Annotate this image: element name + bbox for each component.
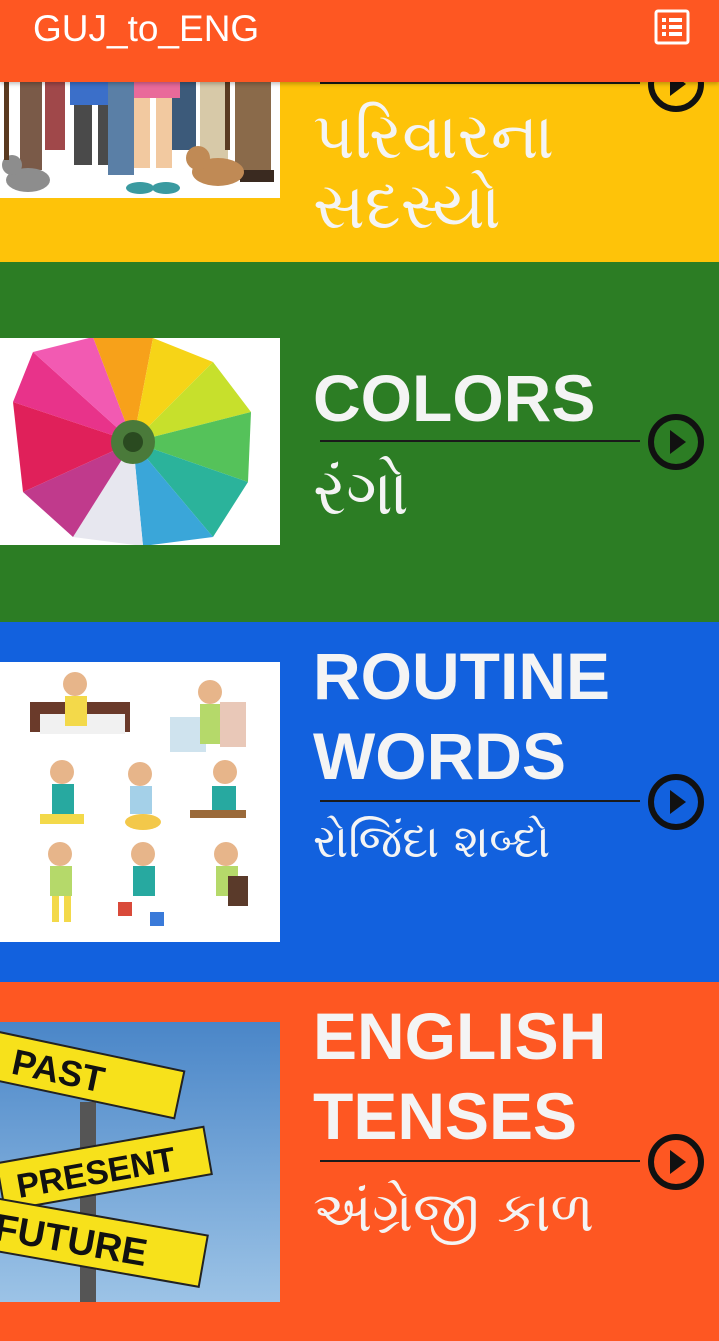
app-title: GUJ_to_ENG (33, 8, 260, 49)
play-icon[interactable] (646, 1132, 706, 1192)
lesson-card-routine[interactable]: ROUTINE WORDS રોજિંદા શબ્દો (0, 622, 719, 982)
gujarati-title: પરિવારના સદસ્યો (313, 100, 555, 244)
english-title: ROUTINE WORDS (313, 639, 610, 793)
list-menu-icon[interactable] (654, 9, 690, 45)
english-title: COLORS (313, 361, 596, 435)
gujarati-title: રંગો (313, 456, 409, 530)
gujarati-title: અંગ્રેજી કાળ (313, 1180, 595, 1245)
card-divider (320, 800, 640, 802)
tenses-signpost-thumbnail: PAST PRESENT FUTURE (0, 1022, 280, 1302)
card-divider (320, 82, 640, 84)
gujarati-title: રોજિંદા શબ્દો (313, 814, 551, 868)
app-bar: GUJ_to_ENG (0, 0, 719, 82)
flower-thumbnail (0, 338, 280, 545)
card-divider (320, 440, 640, 442)
routine-thumbnail (0, 662, 280, 942)
play-icon[interactable] (646, 412, 706, 472)
card-divider (320, 1160, 640, 1162)
lesson-card-tenses[interactable]: PAST PRESENT FUTURE ENGLISH TENSES અંગ્ર… (0, 982, 719, 1341)
lesson-card-colors[interactable]: COLORS રંગો (0, 262, 719, 622)
play-icon[interactable] (646, 772, 706, 832)
english-title: ENGLISH TENSES (313, 999, 607, 1153)
lesson-list[interactable]: પરિવારના સદસ્યો COLORS રંગો ROUTINE WORD… (0, 0, 719, 1341)
